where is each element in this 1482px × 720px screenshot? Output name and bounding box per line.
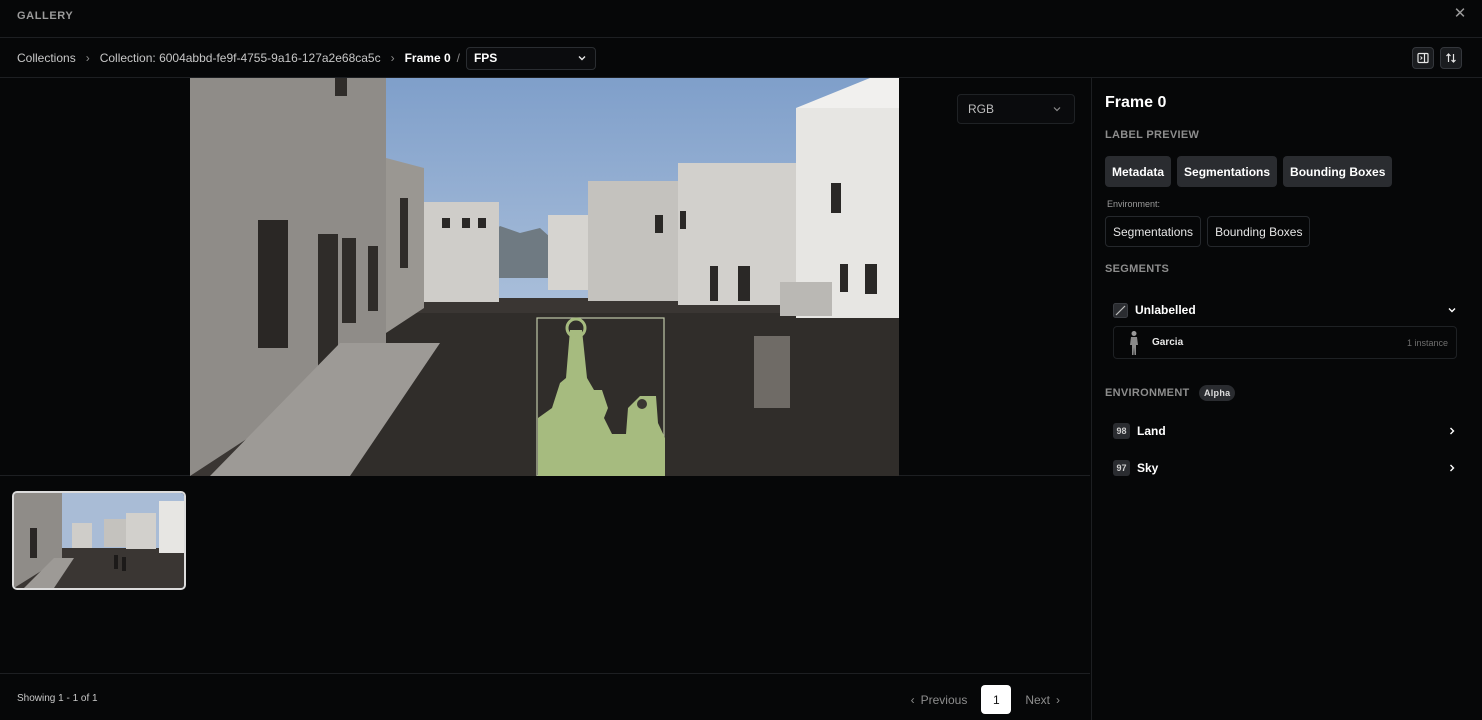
chevron-right-icon: › [390, 51, 395, 65]
chevron-left-icon: ‹ [910, 692, 915, 707]
chevron-down-icon [1053, 107, 1061, 112]
pagination-footer: Showing 1 - 1 of 1 ‹ Previous 1 Next › [0, 675, 1090, 720]
previous-page-button[interactable]: ‹ Previous [911, 693, 968, 707]
next-label: Next [1025, 692, 1050, 707]
environment-label: Environment: [1107, 199, 1161, 209]
close-icon: ✕ [1453, 5, 1467, 22]
slash-icon [1113, 302, 1128, 318]
breadcrumb-collection[interactable]: Collection: 6004abbd-fe9f-4755-9a16-127a… [100, 51, 381, 65]
frame-image[interactable] [190, 78, 899, 476]
chevron-right-icon: › [85, 51, 90, 65]
environment-chips: Segmentations Bounding Boxes [1105, 216, 1311, 247]
results-count: Showing 1 - 1 of 1 [17, 693, 98, 704]
gallery-title: GALLERY [17, 10, 74, 22]
environment-heading: ENVIRONMENT Alpha [1105, 385, 1236, 401]
segment-group-label: Unlabelled [1135, 303, 1196, 317]
chip-env-segmentations[interactable]: Segmentations [1105, 216, 1202, 247]
frame-viewer: RGB [0, 78, 1090, 476]
environment-item-name: Sky [1137, 461, 1159, 475]
thumbnail-strip [0, 477, 1090, 674]
pagination: ‹ Previous 1 Next › [911, 685, 1060, 714]
environment-item-land[interactable]: 98 Land [1113, 421, 1457, 441]
page-number-button[interactable]: 1 [981, 685, 1012, 714]
breadcrumb-slash: / [456, 51, 460, 65]
frame-thumbnail[interactable] [12, 491, 186, 590]
sort-icon [1446, 53, 1456, 63]
view-select-value: FPS [473, 51, 498, 65]
details-panel: Frame 0 LABEL PREVIEW Metadata Segmentat… [1091, 78, 1482, 720]
environment-item-name: Land [1137, 424, 1166, 438]
environment-item-id: 98 [1113, 423, 1130, 439]
chevron-down-icon [578, 56, 586, 61]
chip-segmentations[interactable]: Segmentations [1177, 156, 1278, 187]
panel-toggle-icon [1417, 52, 1429, 64]
panel-frame-title: Frame 0 [1105, 94, 1167, 111]
chip-env-bounding-boxes[interactable]: Bounding Boxes [1207, 216, 1311, 247]
chevron-down-icon [1448, 308, 1456, 313]
label-preview-chips: Metadata Segmentations Bounding Boxes [1105, 156, 1393, 187]
channel-select[interactable]: RGB [957, 94, 1075, 124]
breadcrumb: Collections › Collection: 6004abbd-fe9f-… [17, 38, 596, 78]
chip-metadata[interactable]: Metadata [1105, 156, 1172, 187]
top-bar: GALLERY ✕ [0, 0, 1482, 38]
chevron-right-icon [1450, 427, 1455, 435]
breadcrumb-bar: Collections › Collection: 6004abbd-fe9f-… [0, 38, 1482, 78]
toggle-panel-button[interactable] [1412, 47, 1434, 69]
thumbnail-image [14, 493, 184, 588]
next-page-button[interactable]: Next › [1025, 693, 1060, 707]
segment-instance-row[interactable]: Garcia 1 instance [1113, 326, 1457, 359]
breadcrumb-collections[interactable]: Collections [17, 51, 76, 65]
sort-button[interactable] [1440, 47, 1462, 69]
environment-item-id: 97 [1113, 460, 1130, 476]
chevron-right-icon [1450, 464, 1455, 472]
environment-heading-text: ENVIRONMENT [1105, 386, 1190, 399]
chip-bounding-boxes[interactable]: Bounding Boxes [1283, 156, 1393, 187]
segment-group-unlabelled[interactable]: Unlabelled [1113, 300, 1457, 320]
previous-label: Previous [920, 692, 968, 707]
person-icon [1130, 330, 1138, 355]
scene-illustration [190, 78, 899, 476]
chevron-right-icon: › [1056, 692, 1060, 707]
channel-select-value: RGB [968, 102, 995, 116]
alpha-badge: Alpha [1198, 385, 1236, 401]
breadcrumb-frame: Frame 0 [404, 51, 451, 65]
segments-heading: SEGMENTS [1105, 263, 1170, 275]
environment-item-sky[interactable]: 97 Sky [1113, 458, 1457, 478]
instance-name: Garcia [1152, 337, 1184, 348]
close-button[interactable]: ✕ [1452, 6, 1468, 22]
instance-count: 1 instance [1406, 337, 1448, 348]
gallery-modal: GALLERY ✕ Collections › Collection: 6004… [0, 0, 1482, 720]
view-select[interactable]: FPS [465, 46, 596, 70]
label-preview-heading: LABEL PREVIEW [1105, 129, 1200, 141]
